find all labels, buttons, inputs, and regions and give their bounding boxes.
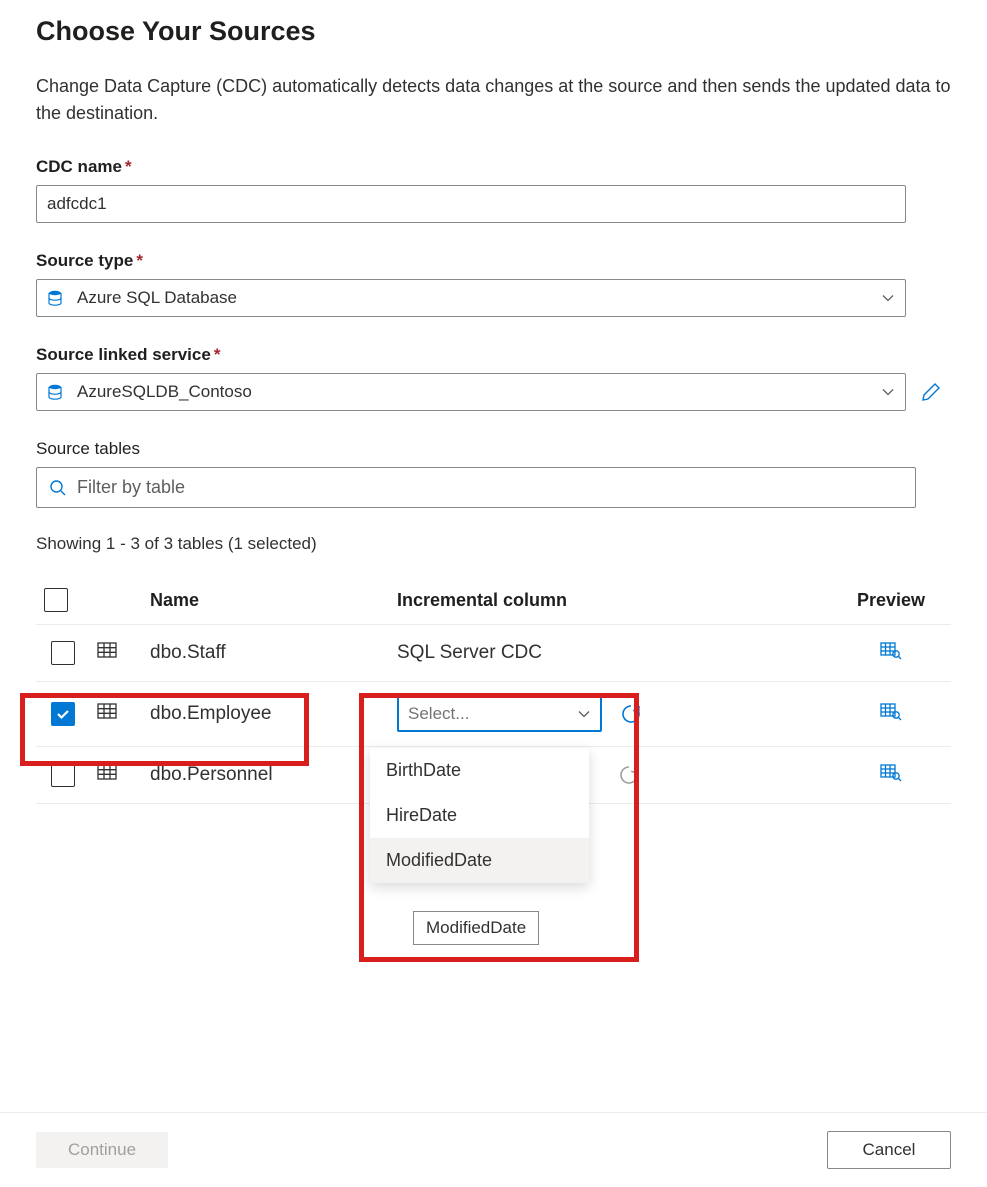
source-type-label: Source type* [36, 251, 951, 271]
tooltip: ModifiedDate [413, 911, 539, 945]
refresh-icon[interactable] [617, 763, 641, 787]
footer: Continue Cancel [0, 1112, 987, 1169]
sql-database-icon [47, 384, 63, 400]
source-type-select[interactable]: Azure SQL Database [36, 279, 906, 317]
col-incremental: Incremental column [391, 576, 831, 625]
dropdown-item[interactable]: HireDate [370, 793, 589, 838]
table-icon [96, 639, 118, 661]
linked-service-label: Source linked service* [36, 345, 951, 365]
cdc-name-label: CDC name* [36, 157, 951, 177]
cdc-name-input[interactable] [36, 185, 906, 223]
col-preview: Preview [831, 576, 951, 625]
col-name: Name [144, 576, 391, 625]
edit-icon[interactable] [920, 381, 942, 403]
chevron-down-icon [881, 291, 895, 305]
cancel-button[interactable]: Cancel [827, 1131, 951, 1169]
row-name: dbo.Employee [144, 682, 391, 747]
row-checkbox[interactable] [51, 702, 75, 726]
table-row: dbo.Staff SQL Server CDC [36, 625, 951, 682]
refresh-icon[interactable] [619, 702, 643, 726]
preview-icon[interactable] [880, 639, 902, 661]
row-name: dbo.Personnel [144, 747, 391, 804]
chevron-down-icon [577, 707, 591, 721]
page-description: Change Data Capture (CDC) automatically … [36, 73, 951, 127]
select-all-checkbox[interactable] [44, 588, 68, 612]
incremental-select[interactable]: Select... [397, 696, 602, 732]
row-name: dbo.Staff [144, 625, 391, 682]
page-title: Choose Your Sources [36, 16, 951, 47]
preview-icon[interactable] [880, 761, 902, 783]
showing-text: Showing 1 - 3 of 3 tables (1 selected) [36, 534, 951, 554]
dropdown-item[interactable]: BirthDate [370, 748, 589, 793]
search-icon [49, 479, 67, 497]
table-icon [96, 761, 118, 783]
source-tables-label: Source tables [36, 439, 951, 459]
incremental-dropdown: BirthDate HireDate ModifiedDate [370, 748, 589, 883]
filter-table-input[interactable] [77, 477, 903, 498]
table-icon [96, 700, 118, 722]
table-row: dbo.Employee Select... [36, 682, 951, 747]
row-checkbox[interactable] [51, 641, 75, 665]
row-incremental: SQL Server CDC [391, 625, 831, 682]
preview-icon[interactable] [880, 700, 902, 722]
row-checkbox[interactable] [51, 763, 75, 787]
filter-input-wrap[interactable] [36, 467, 916, 508]
linked-service-select[interactable]: AzureSQLDB_Contoso [36, 373, 906, 411]
dropdown-item[interactable]: ModifiedDate [370, 838, 589, 883]
continue-button[interactable]: Continue [36, 1132, 168, 1168]
chevron-down-icon [881, 385, 895, 399]
sql-database-icon [47, 290, 63, 306]
